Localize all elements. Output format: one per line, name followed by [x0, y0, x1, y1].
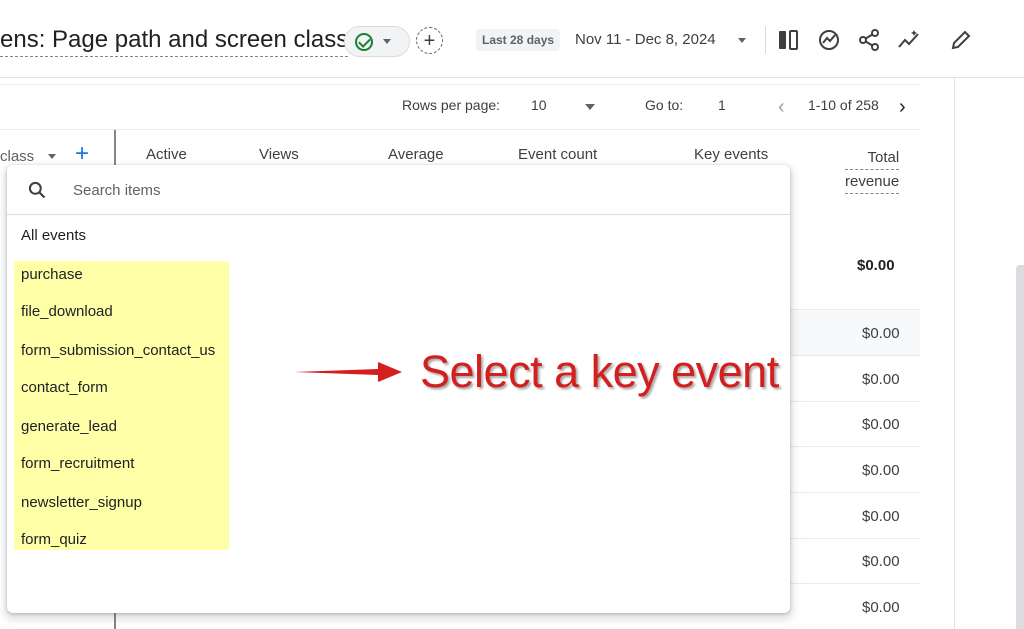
- next-page-icon[interactable]: ›: [899, 96, 906, 119]
- row-divider: [790, 401, 920, 402]
- edit-icon[interactable]: [949, 28, 973, 52]
- trend-icon[interactable]: [897, 28, 921, 52]
- analytics-report-page: ens: Page path and screen class + Last 2…: [0, 0, 1024, 629]
- table-cell-revenue: $0.00: [862, 462, 900, 479]
- total-revenue-line2: revenue: [845, 170, 900, 194]
- row-divider: [790, 446, 920, 447]
- goto-page-input[interactable]: 1: [718, 97, 726, 113]
- table-cell-revenue: $0.00: [862, 371, 900, 388]
- share-icon[interactable]: [857, 28, 881, 52]
- menu-item-event[interactable]: purchase: [21, 266, 83, 283]
- menu-item-event[interactable]: generate_lead: [21, 418, 117, 435]
- col-header-key-events[interactable]: Key events: [694, 146, 768, 163]
- table-header-border: [0, 129, 920, 130]
- date-range-dropdown-icon[interactable]: [738, 38, 746, 43]
- rows-per-page-label: Rows per page:: [402, 97, 501, 113]
- menu-item-all-events[interactable]: All events: [21, 227, 86, 244]
- add-comparison-button[interactable]: +: [416, 27, 443, 54]
- search-input[interactable]: [73, 177, 763, 203]
- col-header-active[interactable]: Active: [146, 146, 187, 163]
- dimension-column-header[interactable]: class: [0, 148, 34, 165]
- col-header-event-count[interactable]: Event count: [518, 146, 597, 163]
- menu-item-event[interactable]: form_recruitment: [21, 455, 134, 472]
- dropdown-search-bar: [7, 165, 790, 215]
- table-cell-revenue: $0.00: [862, 599, 900, 616]
- menu-item-event[interactable]: form_submission_contact_us: [21, 342, 215, 359]
- total-revenue-line1: Total: [845, 146, 900, 170]
- chevron-down-icon: [383, 39, 391, 44]
- row-divider: [790, 583, 920, 584]
- compare-icon[interactable]: [776, 28, 800, 52]
- add-dimension-button[interactable]: +: [75, 142, 89, 166]
- page-scrollbar[interactable]: [1016, 265, 1024, 629]
- rows-per-page-caret-icon[interactable]: [585, 104, 595, 110]
- date-range-value[interactable]: Nov 11 - Dec 8, 2024: [575, 31, 716, 48]
- col-header-views[interactable]: Views: [259, 146, 299, 163]
- date-preset-label[interactable]: Last 28 days: [476, 29, 561, 51]
- table-cell-revenue: $0.00: [862, 553, 900, 570]
- arrow-right-icon: [294, 362, 402, 382]
- table-cell-revenue: $0.00: [862, 325, 900, 342]
- insights-icon[interactable]: [817, 28, 841, 52]
- annotation-label: Select a key event: [420, 346, 779, 397]
- row-divider: [790, 355, 920, 356]
- search-icon: [28, 181, 46, 199]
- row-shade: [790, 310, 920, 355]
- col-header-total-revenue[interactable]: Total revenue: [845, 146, 900, 194]
- dimension-dropdown-icon[interactable]: [48, 154, 56, 159]
- rows-per-page-select[interactable]: 10: [531, 97, 547, 113]
- row-divider: [790, 492, 920, 493]
- total-revenue-value: $0.00: [857, 257, 895, 274]
- table-top-border: [0, 84, 920, 85]
- menu-item-event[interactable]: newsletter_signup: [21, 494, 142, 511]
- pagination-range: 1-10 of 258: [808, 97, 879, 113]
- menu-item-event[interactable]: file_download: [21, 303, 113, 320]
- right-panel: [954, 78, 1024, 629]
- goto-label: Go to:: [645, 97, 684, 113]
- menu-item-event[interactable]: form_quiz: [21, 531, 87, 548]
- check-circle-icon: [355, 32, 373, 51]
- col-header-average[interactable]: Average: [388, 146, 444, 163]
- menu-item-event[interactable]: contact_form: [21, 379, 108, 396]
- row-divider: [790, 538, 920, 539]
- report-header: ens: Page path and screen class + Last 2…: [0, 0, 1024, 78]
- table-cell-revenue: $0.00: [862, 508, 900, 525]
- report-status-chip[interactable]: [344, 26, 410, 57]
- prev-page-icon[interactable]: ‹: [778, 96, 785, 119]
- page-title: ens: Page path and screen class: [0, 24, 349, 57]
- header-divider: [765, 26, 766, 54]
- table-cell-revenue: $0.00: [862, 416, 900, 433]
